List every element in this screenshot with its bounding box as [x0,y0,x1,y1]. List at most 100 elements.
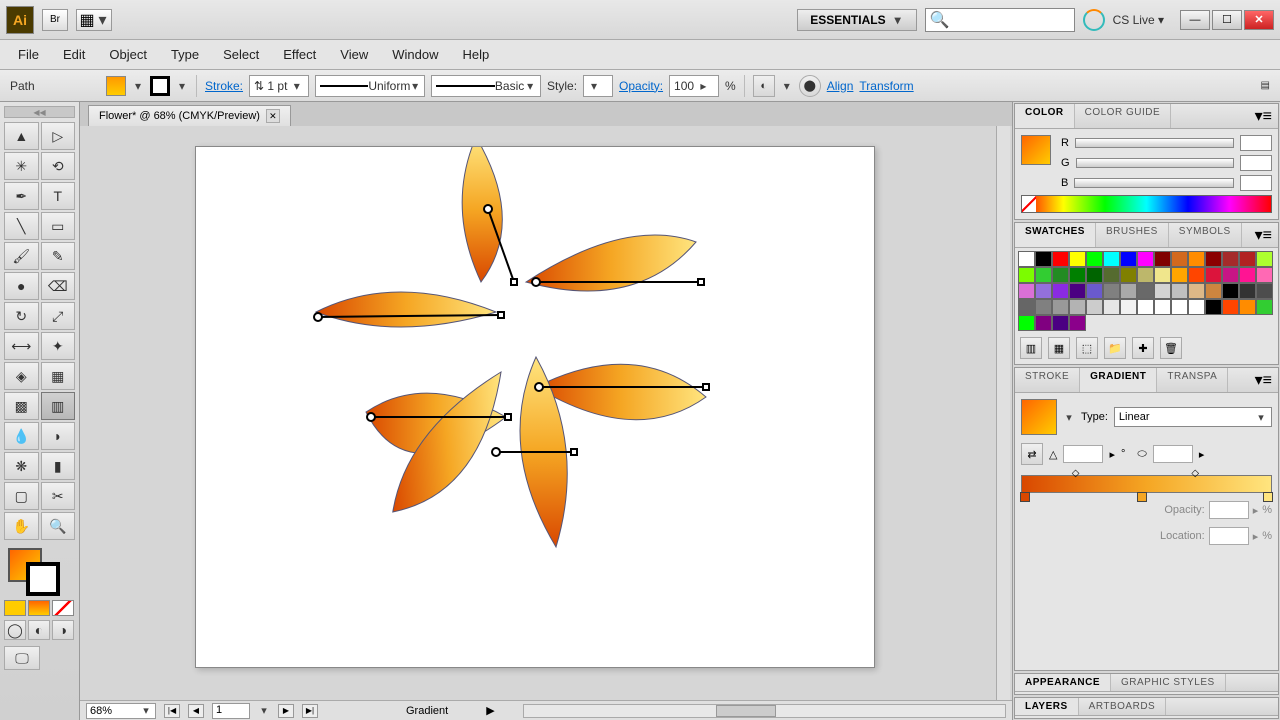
swatch[interactable] [1018,315,1035,331]
gradient-stop[interactable] [1263,492,1273,502]
recolor-artwork-button[interactable]: ◐ [753,75,775,97]
color-mode-chip[interactable] [4,600,26,616]
swatch[interactable] [1222,283,1239,299]
menu-object[interactable]: Object [99,43,157,66]
swatch[interactable] [1188,267,1205,283]
minimize-button[interactable]: — [1180,10,1210,30]
maximize-button[interactable]: ☐ [1212,10,1242,30]
g-slider[interactable] [1076,158,1234,168]
swatch[interactable] [1018,251,1035,267]
swatch[interactable] [1222,299,1239,315]
cslive-button[interactable]: CS Live ▾ [1113,13,1164,27]
swatch[interactable] [1256,251,1273,267]
swatch[interactable] [1086,251,1103,267]
brush-definition[interactable]: Basic▾ [431,75,541,97]
swatch[interactable] [1137,251,1154,267]
gradient-thumbnail[interactable] [1021,399,1057,435]
swatch[interactable] [1035,251,1052,267]
swatch[interactable] [1239,267,1256,283]
gradient-stop[interactable] [1137,492,1147,502]
panel-menu-button[interactable]: ▾≡ [1249,368,1278,392]
color-spectrum[interactable] [1021,195,1272,213]
swatch[interactable] [1069,299,1086,315]
swatch[interactable] [1120,283,1137,299]
stroke-color-chip[interactable] [150,76,170,96]
swatch[interactable] [1154,251,1171,267]
tab-color-guide[interactable]: COLOR GUIDE [1075,104,1172,128]
swatch[interactable] [1120,299,1137,315]
swatch[interactable] [1120,267,1137,283]
next-artboard-button[interactable]: ▶ [278,704,294,718]
swatch[interactable] [1018,283,1035,299]
rotate-tool[interactable]: ↻ [4,302,39,330]
swatch[interactable] [1205,251,1222,267]
gradient-end-handle[interactable] [570,448,578,456]
swatch[interactable] [1052,267,1069,283]
swatch-kinds-button[interactable]: ▦ [1048,337,1070,359]
shape-builder-tool[interactable]: ◈ [4,362,39,390]
gradient-aspect-input[interactable] [1153,445,1193,463]
stroke-dd[interactable]: ▾ [176,79,188,93]
gradient-mode-chip[interactable] [28,600,50,616]
tab-color[interactable]: COLOR [1015,104,1075,128]
b-value[interactable] [1240,175,1272,191]
swatch[interactable] [1205,283,1222,299]
swatch[interactable] [1069,283,1086,299]
tab-gradient[interactable]: GRADIENT [1080,368,1157,392]
blend-tool[interactable]: ◗ [41,422,76,450]
tab-artboards[interactable]: ARTBOARDS [1079,698,1167,715]
swatch[interactable] [1222,267,1239,283]
artboard-number-input[interactable]: 1 [212,703,250,719]
swatch[interactable] [1103,251,1120,267]
align-panel-link[interactable]: Align [827,79,854,93]
swatch[interactable] [1103,283,1120,299]
swatch[interactable] [1103,299,1120,315]
stroke-weight-input[interactable]: ⇅ 1 pt ▾ [249,75,309,97]
toolbox-handle[interactable]: ◀◀ [4,106,75,118]
selection-tool[interactable]: ▲ [4,122,39,150]
draw-inside-button[interactable]: ◑ [52,620,74,640]
swatch[interactable] [1256,299,1273,315]
direct-selection-tool[interactable]: ▷ [41,122,76,150]
gradient-end-handle[interactable] [697,278,705,286]
eraser-tool[interactable]: ⌫ [41,272,76,300]
zoom-tool[interactable]: 🔍 [41,512,76,540]
opacity-panel-link[interactable]: Opacity: [619,79,663,93]
swatch[interactable] [1069,251,1086,267]
bridge-button[interactable]: Br [42,9,68,31]
swatch[interactable] [1035,283,1052,299]
gradient-origin-handle[interactable] [366,412,376,422]
swatch[interactable] [1188,251,1205,267]
swatch[interactable] [1086,283,1103,299]
swatch[interactable] [1052,283,1069,299]
swatch[interactable] [1052,299,1069,315]
swatch[interactable] [1188,283,1205,299]
gradient-angle-input[interactable] [1063,445,1103,463]
lasso-tool[interactable]: ⟲ [41,152,76,180]
blob-brush-tool[interactable]: ● [4,272,39,300]
canvas[interactable] [80,126,1012,700]
swatch[interactable] [1239,251,1256,267]
menu-type[interactable]: Type [161,43,209,66]
artboard-tool[interactable]: ▢ [4,482,39,510]
rectangle-tool[interactable]: ▭ [41,212,76,240]
gradient-stop[interactable] [1020,492,1030,502]
close-button[interactable]: ✕ [1244,10,1274,30]
tab-transparency[interactable]: TRANSPA [1157,368,1228,392]
menu-select[interactable]: Select [213,43,269,66]
arrange-docs-button[interactable]: ▦▾ [76,9,112,31]
swatch[interactable] [1154,267,1171,283]
gradient-type-select[interactable]: Linear▾ [1114,407,1272,427]
menu-file[interactable]: File [8,43,49,66]
stop-location-input[interactable] [1209,527,1249,545]
variable-width-profile[interactable]: Uniform▾ [315,75,425,97]
swatch[interactable] [1239,299,1256,315]
swatch[interactable] [1035,267,1052,283]
zoom-select[interactable]: 68%▾ [86,703,156,719]
swatch[interactable] [1154,283,1171,299]
graphic-style-dd[interactable]: ▾ [583,75,613,97]
swatch[interactable] [1222,251,1239,267]
stroke-panel-link[interactable]: Stroke: [205,79,243,93]
gradient-origin-handle[interactable] [483,204,493,214]
swatch-libraries-button[interactable]: ▥ [1020,337,1042,359]
